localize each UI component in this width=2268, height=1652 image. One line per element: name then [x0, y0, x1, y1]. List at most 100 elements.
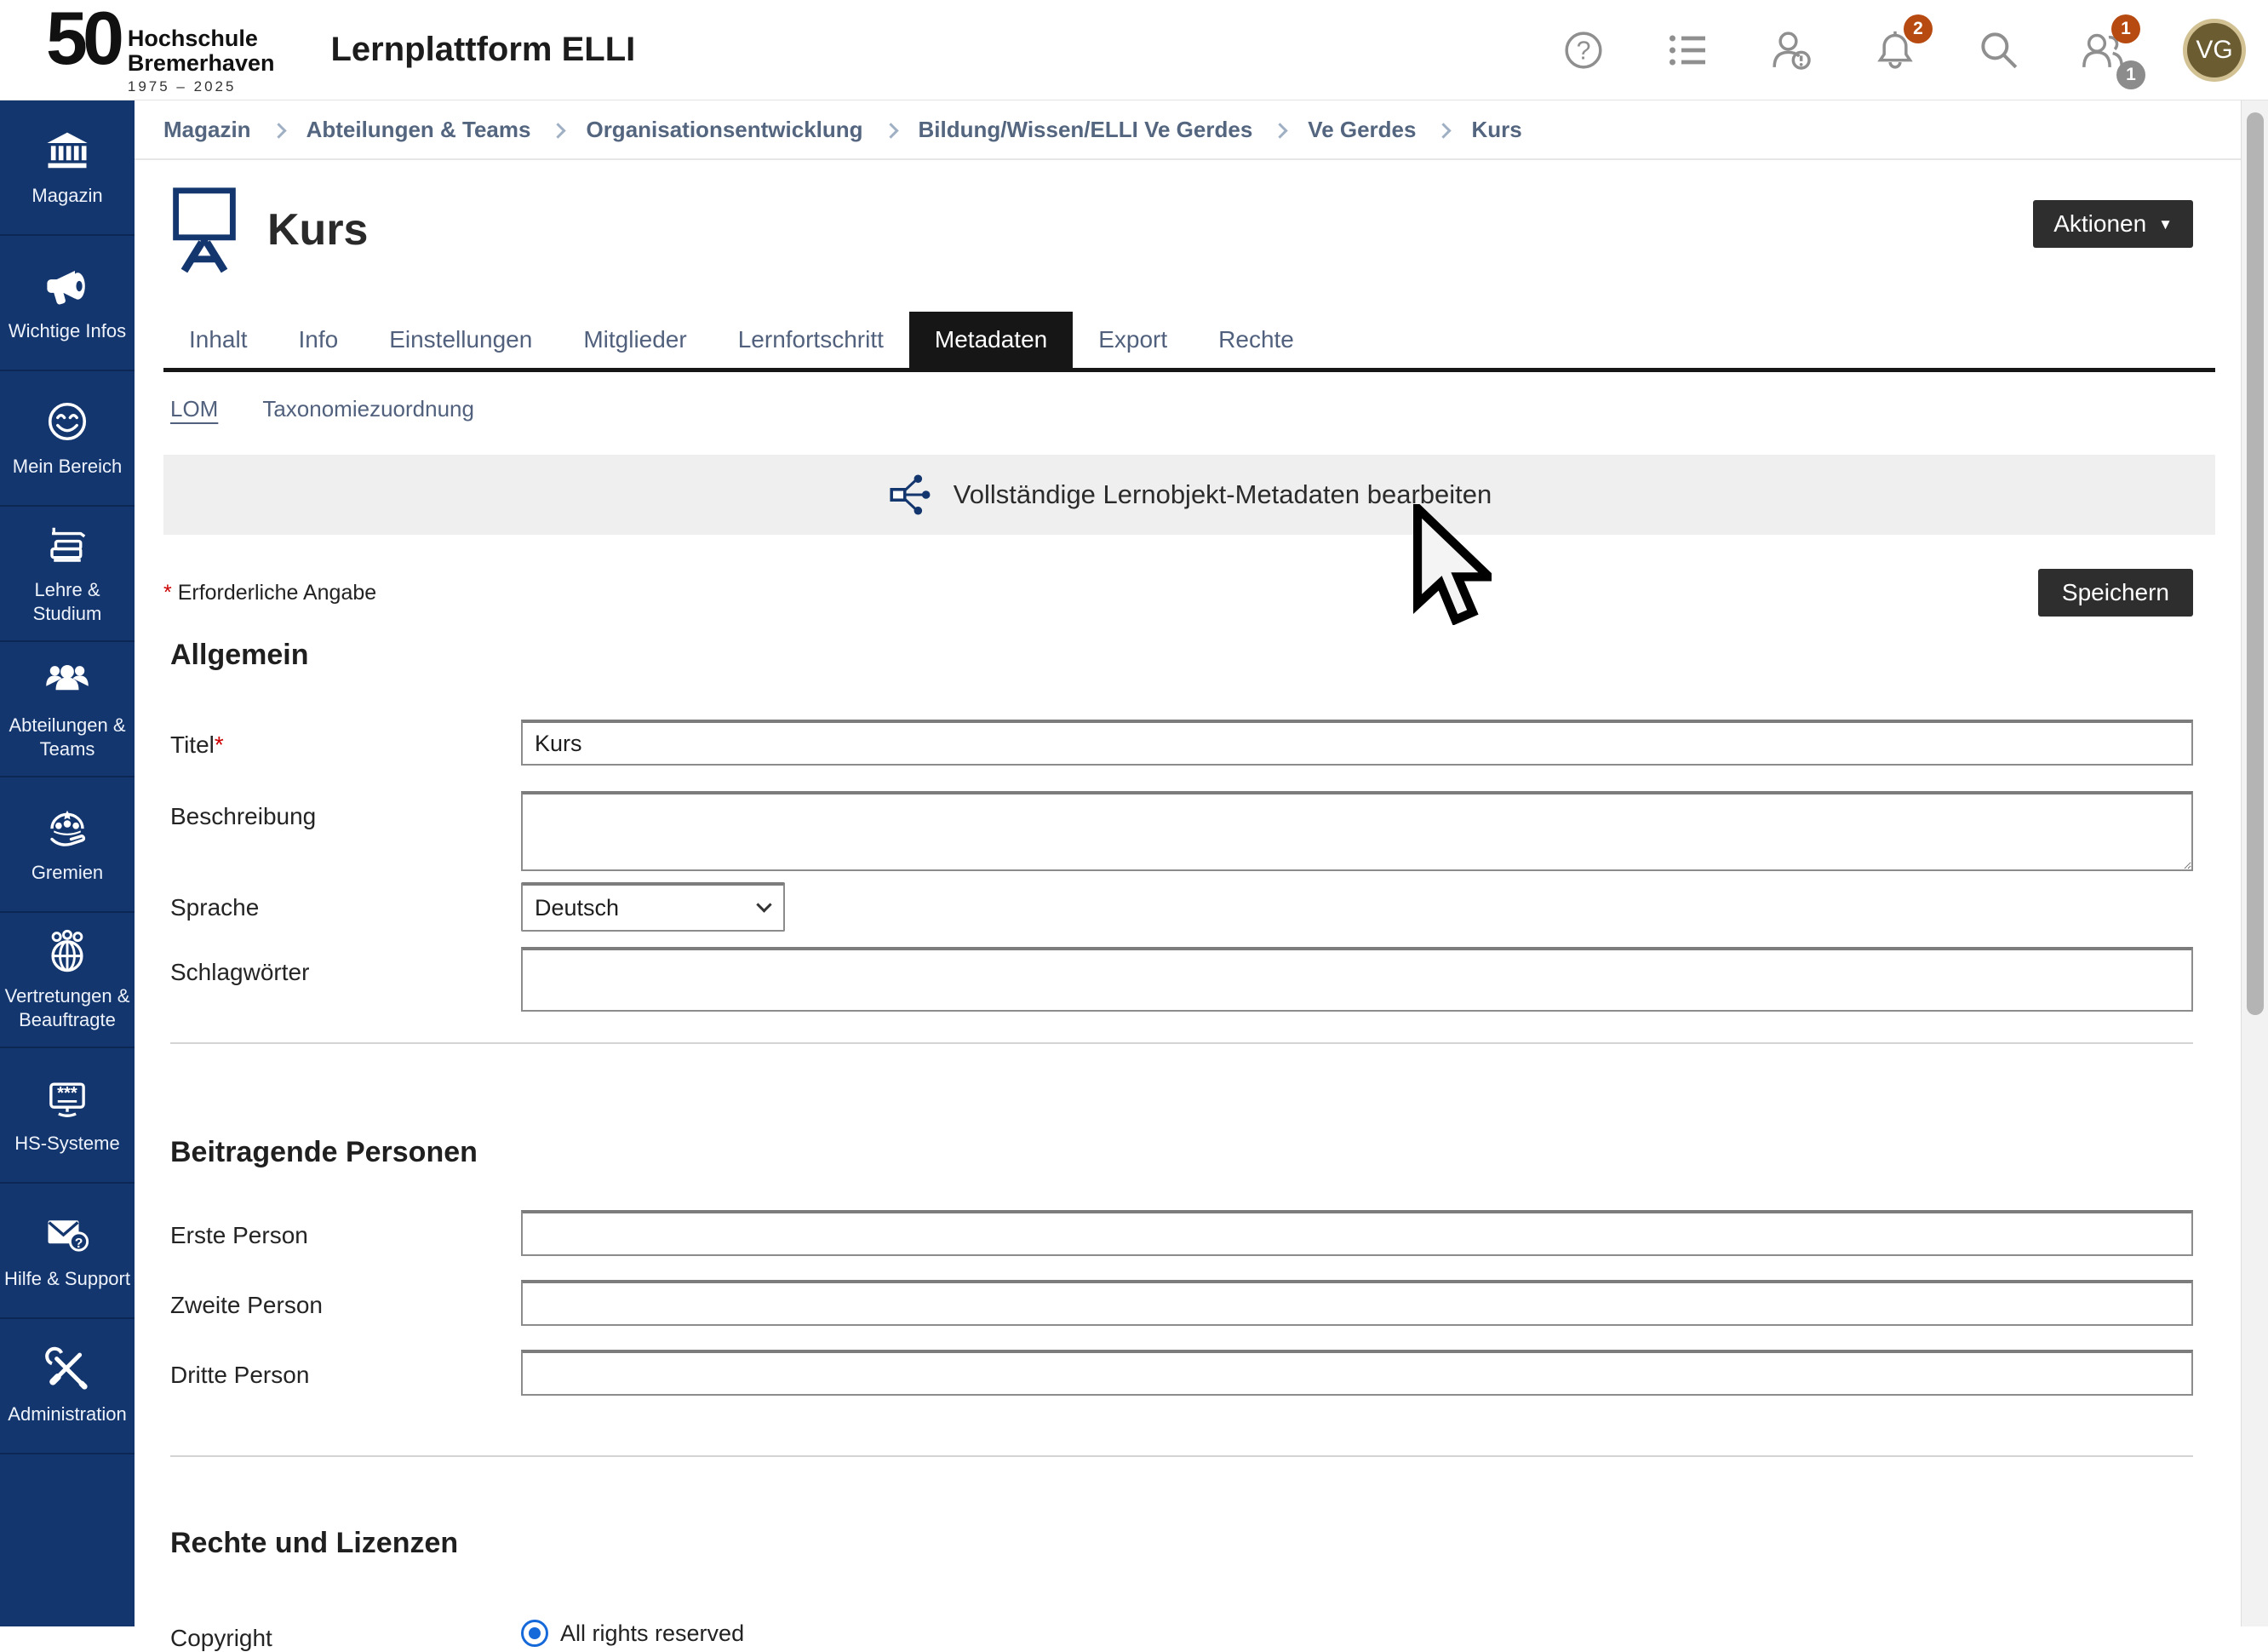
tools-icon	[43, 1346, 91, 1392]
tab-export[interactable]: Export	[1073, 312, 1193, 368]
erste-person-label: Erste Person	[163, 1210, 521, 1249]
copyright-radio[interactable]	[521, 1620, 548, 1647]
zweite-person-label: Zweite Person	[163, 1280, 521, 1319]
caret-down-icon: ▼	[2158, 217, 2173, 232]
zweite-person-input[interactable]	[521, 1280, 2193, 1326]
form-row-copyright: Copyright All rights reserved	[163, 1613, 2215, 1652]
avatar[interactable]: VG	[2183, 19, 2246, 82]
tab-metadaten[interactable]: Metadaten	[909, 312, 1073, 368]
course-icon	[163, 184, 245, 276]
required-asterisk: *	[163, 581, 172, 605]
sidebar-item-hs-systeme[interactable]: *** HS-Systeme	[0, 1048, 135, 1184]
breadcrumb-item[interactable]: Kurs	[1471, 117, 1521, 143]
section-heading-allgemein: Allgemein	[163, 639, 2215, 672]
titel-input[interactable]	[521, 720, 2193, 766]
section-heading-beitragende: Beitragende Personen	[163, 1136, 2215, 1169]
subtab-lom[interactable]: LOM	[170, 396, 218, 422]
sidebar-item-abteilungen-teams[interactable]: Abteilungen & Teams	[0, 642, 135, 777]
erste-person-input[interactable]	[521, 1210, 2193, 1256]
page-scrollbar[interactable]	[2241, 100, 2268, 1626]
form-row-zweite-person: Zweite Person	[163, 1280, 2215, 1326]
edit-full-metadata-button[interactable]: Vollständige Lernobjekt-Metadaten bearbe…	[163, 455, 2215, 535]
breadcrumb-item[interactable]: Magazin	[163, 117, 251, 143]
section-divider	[170, 1042, 2193, 1044]
user-alert-icon	[1767, 26, 1815, 74]
tab-rechte[interactable]: Rechte	[1193, 312, 1320, 368]
tab-inhalt[interactable]: Inhalt	[163, 312, 273, 368]
notifications-button[interactable]: 2	[1871, 26, 1919, 74]
megaphone-icon	[43, 263, 92, 309]
list-icon	[1664, 26, 1711, 74]
sidebar-item-magazin[interactable]: Magazin	[0, 100, 135, 236]
main-area: Magazin Abteilungen & Teams Organisation…	[135, 100, 2241, 1626]
form-row-sprache: Sprache Deutsch	[163, 882, 2215, 932]
sidebar-item-gremien[interactable]: Gremien	[0, 777, 135, 913]
form-header: * Erforderliche Angabe Speichern	[163, 569, 2215, 617]
logo-50: 50	[46, 4, 119, 72]
aktionen-button[interactable]: Aktionen ▼	[2033, 200, 2193, 248]
metadata-hub-icon	[887, 471, 933, 519]
sprache-select[interactable]: Deutsch	[521, 882, 785, 932]
beschreibung-label: Beschreibung	[163, 791, 521, 830]
sidebar-item-hilfe-support[interactable]: ? Hilfe & Support	[0, 1184, 135, 1319]
contacts-badge-new: 1	[2111, 14, 2140, 43]
smiley-icon	[44, 399, 90, 445]
chevron-right-icon	[1436, 123, 1452, 138]
sidebar-item-mein-bereich[interactable]: Mein Bereich	[0, 371, 135, 507]
title-row: Kurs Aktionen ▼	[163, 184, 2215, 276]
hsb-logo: 50 Hochschule Bremerhaven 1975 – 2025	[46, 4, 274, 95]
logo-years: 1975 – 2025	[128, 78, 275, 95]
svg-text:?: ?	[75, 1236, 83, 1251]
tab-mitglieder[interactable]: Mitglieder	[558, 312, 712, 368]
help-icon: ?	[1560, 26, 1607, 74]
breadcrumb: Magazin Abteilungen & Teams Organisation…	[135, 100, 2241, 160]
header-icon-bar: ? 2	[1560, 19, 2246, 82]
chevron-right-icon	[1273, 123, 1288, 138]
app-title: Lernplattform ELLI	[330, 31, 635, 69]
tab-einstellungen[interactable]: Einstellungen	[364, 312, 558, 368]
globe-people-icon	[43, 928, 91, 974]
breadcrumb-item[interactable]: Bildung/Wissen/ELLI Ve Gerdes	[919, 117, 1253, 143]
subtab-taxonomiezuordnung[interactable]: Taxonomiezuordnung	[262, 396, 474, 422]
schlagwoerter-label: Schlagwörter	[163, 947, 521, 986]
search-button[interactable]	[1975, 26, 2023, 74]
page-content: Kurs Aktionen ▼ Inhalt Info Einstellunge…	[135, 184, 2241, 1652]
form-row-erste-person: Erste Person	[163, 1210, 2215, 1256]
breadcrumb-item[interactable]: Ve Gerdes	[1308, 117, 1416, 143]
sidebar-item-lehre-studium[interactable]: Lehre & Studium	[0, 507, 135, 642]
dritte-person-input[interactable]	[521, 1350, 2193, 1396]
sidebar-item-vertretungen[interactable]: Vertretungen & Beauftragte	[0, 913, 135, 1048]
schlagwoerter-input[interactable]	[521, 947, 2193, 1012]
monitor-icon: ***	[43, 1076, 91, 1121]
form-row-dritte-person: Dritte Person	[163, 1350, 2215, 1396]
mail-help-icon: ?	[43, 1211, 91, 1257]
tab-bar: Inhalt Info Einstellungen Mitglieder Ler…	[163, 312, 2215, 372]
sidebar-item-wichtige-infos[interactable]: Wichtige Infos	[0, 236, 135, 371]
form-row-titel: Titel*	[163, 720, 2215, 766]
bank-icon	[44, 128, 90, 174]
speichern-button[interactable]: Speichern	[2038, 569, 2193, 617]
contacts-button[interactable]: 1 1	[2079, 26, 2127, 74]
help-button[interactable]: ?	[1560, 26, 1607, 74]
user-status-button[interactable]	[1767, 26, 1815, 74]
tab-info[interactable]: Info	[273, 312, 364, 368]
titel-label: Titel*	[163, 720, 521, 759]
sidebar-item-administration[interactable]: Administration	[0, 1319, 135, 1454]
breadcrumb-item[interactable]: Abteilungen & Teams	[306, 117, 531, 143]
notifications-badge: 2	[1904, 14, 1933, 43]
chevron-right-icon	[271, 123, 286, 138]
logo-line2: Bremerhaven	[128, 51, 275, 75]
edit-full-metadata-label: Vollständige Lernobjekt-Metadaten bearbe…	[954, 479, 1492, 510]
beschreibung-textarea[interactable]	[521, 791, 2193, 871]
contacts-badge-secondary: 1	[2116, 60, 2145, 89]
main-menu-button[interactable]	[1664, 26, 1711, 74]
scrollbar-thumb[interactable]	[2247, 112, 2264, 1015]
sprache-label: Sprache	[163, 882, 521, 921]
copyright-option-label: All rights reserved	[560, 1620, 744, 1647]
required-note: * Erforderliche Angabe	[163, 569, 376, 605]
breadcrumb-item[interactable]: Organisationsentwicklung	[586, 117, 862, 143]
copyright-label: Copyright	[163, 1613, 521, 1652]
svg-text:***: ***	[57, 1084, 77, 1103]
section-divider	[170, 1455, 2193, 1457]
tab-lernfortschritt[interactable]: Lernfortschritt	[713, 312, 909, 368]
